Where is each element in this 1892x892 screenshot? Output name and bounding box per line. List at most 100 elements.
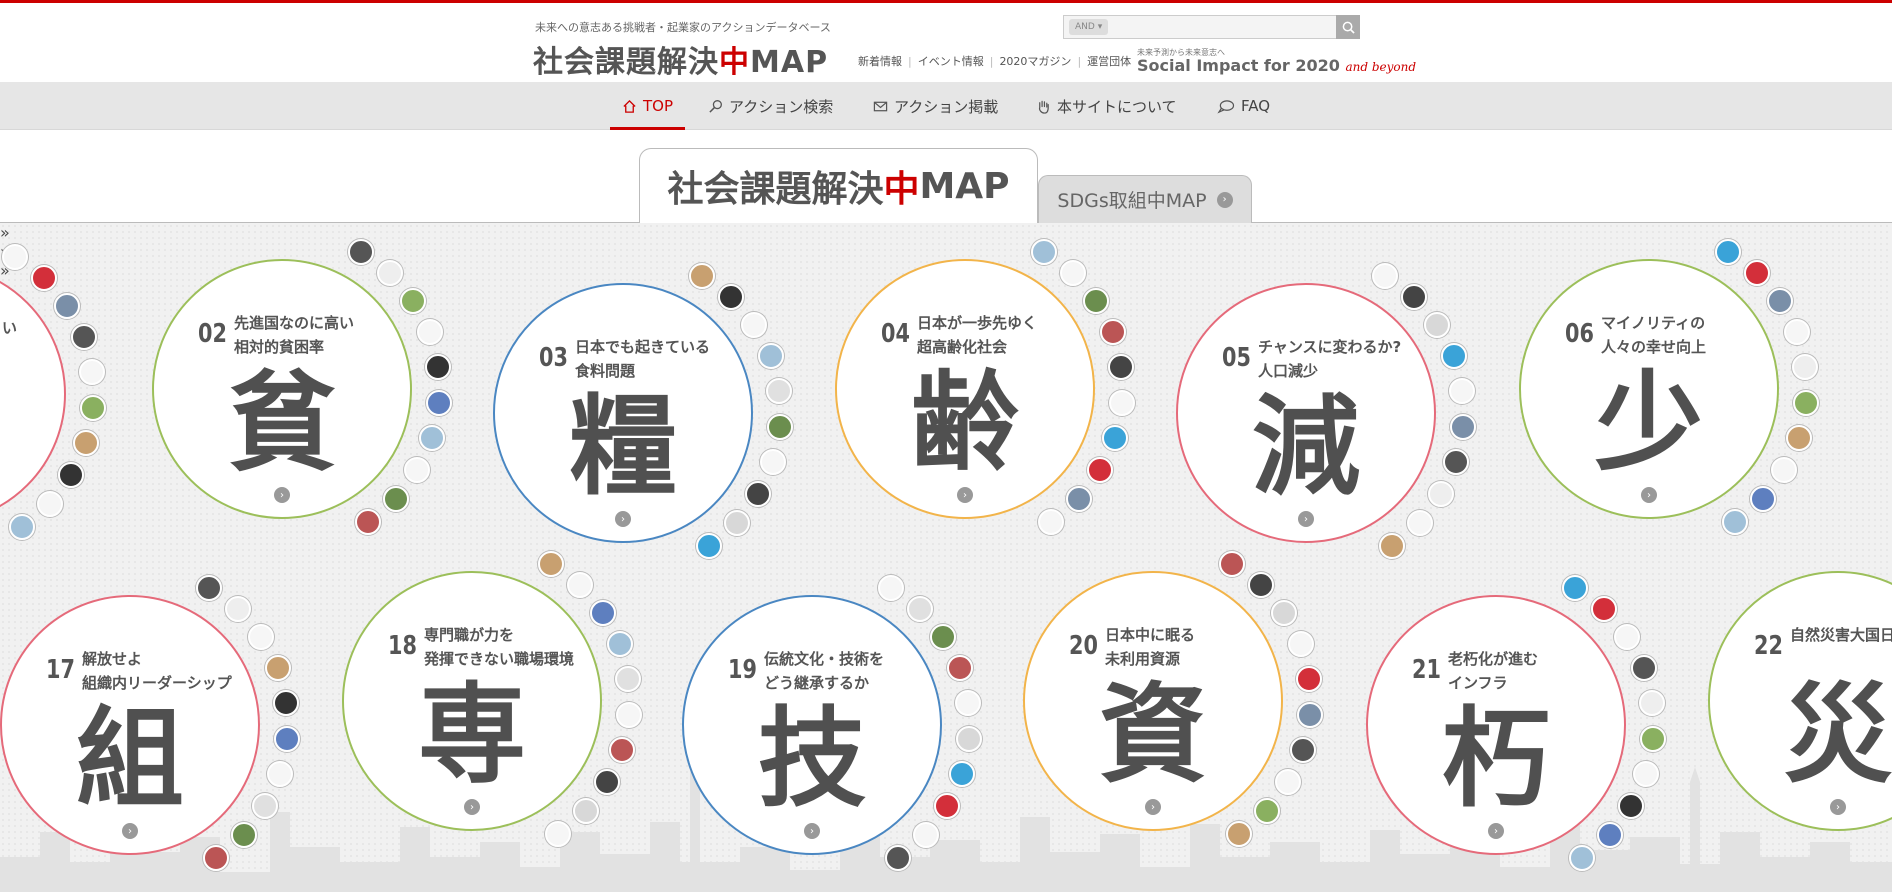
action-thumbnail[interactable] xyxy=(419,424,446,451)
action-thumbnail[interactable] xyxy=(1296,666,1323,692)
action-thumbnail[interactable] xyxy=(723,509,750,536)
action-thumbnail[interactable] xyxy=(1109,389,1136,416)
issue-circle[interactable]: 20 日本中に眠る 未利用資源資 › xyxy=(1023,571,1283,831)
action-thumbnail[interactable] xyxy=(416,319,443,346)
action-thumbnail[interactable] xyxy=(1406,509,1433,536)
action-thumbnail[interactable] xyxy=(1287,631,1314,658)
action-thumbnail[interactable] xyxy=(538,551,564,578)
search-mode-select[interactable]: AND ▾ xyxy=(1069,19,1109,35)
action-thumbnail[interactable] xyxy=(1639,690,1666,716)
issue-circle[interactable]: 19 伝統文化・技術を どう継承するか技 › xyxy=(682,595,942,855)
action-thumbnail[interactable] xyxy=(885,844,912,871)
chevron-right-icon[interactable]: › xyxy=(804,823,820,839)
nav-action-post[interactable]: アクション掲載 xyxy=(873,82,998,130)
action-thumbnail[interactable] xyxy=(929,623,956,650)
action-thumbnail[interactable] xyxy=(689,263,715,290)
action-thumbnail[interactable] xyxy=(1099,319,1126,346)
action-thumbnail[interactable] xyxy=(1596,821,1623,848)
action-thumbnail[interactable] xyxy=(745,481,772,508)
action-thumbnail[interactable] xyxy=(878,575,904,602)
action-thumbnail[interactable] xyxy=(2,244,28,271)
action-thumbnail[interactable] xyxy=(1562,575,1588,602)
chevron-right-icon[interactable]: › xyxy=(1488,823,1504,839)
expand-actions-icon[interactable]: » xyxy=(0,223,1892,242)
action-thumbnail[interactable] xyxy=(273,690,300,716)
issue-circle[interactable]: 18 専門職が力を 発揮できない職場環境専 › xyxy=(342,571,602,831)
action-thumbnail[interactable] xyxy=(1771,457,1798,484)
action-thumbnail[interactable] xyxy=(1428,481,1455,508)
action-thumbnail[interactable] xyxy=(73,429,100,456)
issue-circle[interactable]: 17 解放せよ 組織内リーダーシップ組 › xyxy=(0,595,260,855)
action-thumbnail[interactable] xyxy=(740,311,767,338)
chevron-right-icon[interactable]: › xyxy=(1145,799,1161,815)
action-thumbnail[interactable] xyxy=(1443,448,1470,475)
action-thumbnail[interactable] xyxy=(1766,287,1793,314)
issue-circle[interactable]: 06 マイノリティの 人々の幸せ向上少 › xyxy=(1519,259,1779,519)
chevron-right-icon[interactable]: › xyxy=(615,511,631,527)
chevron-right-icon[interactable]: › xyxy=(1641,487,1657,503)
action-thumbnail[interactable] xyxy=(696,532,723,559)
chevron-right-icon[interactable]: › xyxy=(274,487,290,503)
action-thumbnail[interactable] xyxy=(956,725,983,752)
issue-circle[interactable]: 04 日本が一歩先ゆく 超高齢化社会齢 › xyxy=(835,259,1095,519)
action-thumbnail[interactable] xyxy=(1065,485,1092,512)
action-thumbnail[interactable] xyxy=(767,413,794,440)
action-thumbnail[interactable] xyxy=(399,287,426,314)
action-thumbnail[interactable] xyxy=(348,239,374,266)
action-thumbnail[interactable] xyxy=(247,623,274,650)
action-thumbnail[interactable] xyxy=(1102,424,1129,451)
search-button[interactable] xyxy=(1336,15,1360,39)
action-thumbnail[interactable] xyxy=(616,701,643,728)
tab-social-issue-map[interactable]: 社会課題解決中 MAP xyxy=(639,148,1038,223)
chevron-right-icon[interactable]: › xyxy=(464,799,480,815)
action-thumbnail[interactable] xyxy=(955,690,982,716)
action-thumbnail[interactable] xyxy=(609,736,636,763)
action-thumbnail[interactable] xyxy=(58,462,85,489)
issue-circle[interactable]: 03 日本でも起きている 食料問題糧 › xyxy=(493,283,753,543)
action-thumbnail[interactable] xyxy=(1630,655,1657,682)
link-news[interactable]: 新着情報 xyxy=(858,53,902,69)
action-thumbnail[interactable] xyxy=(1786,424,1813,451)
sponsor-logo[interactable]: Social Impact for 2020 and beyond xyxy=(1137,56,1416,75)
link-events[interactable]: イベント情報 xyxy=(918,53,984,69)
nav-top[interactable]: TOP xyxy=(609,82,686,130)
chevron-right-icon[interactable]: › xyxy=(957,487,973,503)
action-thumbnail[interactable] xyxy=(1253,797,1280,824)
action-thumbnail[interactable] xyxy=(545,820,572,847)
action-thumbnail[interactable] xyxy=(355,508,382,535)
action-thumbnail[interactable] xyxy=(1031,239,1057,266)
action-thumbnail[interactable] xyxy=(267,760,294,787)
action-thumbnail[interactable] xyxy=(404,457,431,484)
action-thumbnail[interactable] xyxy=(230,821,257,848)
action-thumbnail[interactable] xyxy=(382,485,409,512)
action-thumbnail[interactable] xyxy=(1793,389,1820,416)
issue-circle[interactable]: 21 老朽化が進む インフラ朽 › xyxy=(1366,595,1626,855)
action-thumbnail[interactable] xyxy=(1783,319,1810,346)
action-thumbnail[interactable] xyxy=(1640,725,1667,752)
issue-circle[interactable]: 02 先進国なのに高い 相対的貧困率貧 › xyxy=(152,259,412,519)
action-thumbnail[interactable] xyxy=(1379,532,1406,559)
chevron-right-icon[interactable]: › xyxy=(1298,511,1314,527)
action-thumbnail[interactable] xyxy=(606,631,633,658)
action-thumbnail[interactable] xyxy=(1569,844,1596,871)
action-thumbnail[interactable] xyxy=(1219,551,1245,578)
action-thumbnail[interactable] xyxy=(1290,736,1317,763)
action-thumbnail[interactable] xyxy=(949,760,976,787)
action-thumbnail[interactable] xyxy=(1082,287,1109,314)
action-thumbnail[interactable] xyxy=(1038,508,1065,535)
nav-faq[interactable]: FAQ xyxy=(1217,82,1270,130)
action-thumbnail[interactable] xyxy=(274,725,301,752)
action-thumbnail[interactable] xyxy=(1087,457,1114,484)
nav-action-search[interactable]: アクション検索 xyxy=(708,82,833,130)
action-thumbnail[interactable] xyxy=(1372,263,1398,290)
action-thumbnail[interactable] xyxy=(757,343,784,370)
action-thumbnail[interactable] xyxy=(53,292,80,319)
action-thumbnail[interactable] xyxy=(1450,413,1477,440)
action-thumbnail[interactable] xyxy=(80,394,107,421)
issue-circle[interactable]: 22 自然災害大国日災 › xyxy=(1708,571,1892,831)
action-thumbnail[interactable] xyxy=(1423,311,1450,338)
action-thumbnail[interactable] xyxy=(760,448,787,475)
action-thumbnail[interactable] xyxy=(1270,599,1297,626)
action-thumbnail[interactable] xyxy=(264,655,291,682)
action-thumbnail[interactable] xyxy=(589,599,616,626)
